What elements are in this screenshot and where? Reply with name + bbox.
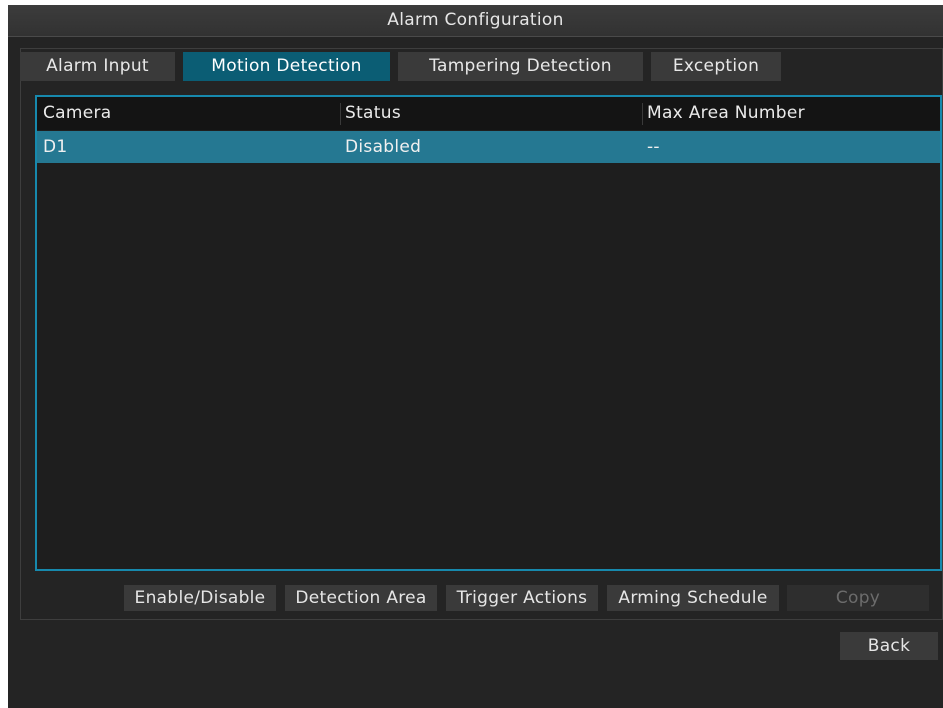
alarm-configuration-window: Alarm Configuration Alarm Input Motion D… <box>8 5 943 708</box>
detection-area-button[interactable]: Detection Area <box>285 585 437 611</box>
column-header-max-area-number[interactable]: Max Area Number <box>647 97 805 130</box>
cell-camera: D1 <box>43 137 68 157</box>
copy-button[interactable]: Copy <box>787 585 929 611</box>
tab-tampering-detection[interactable]: Tampering Detection <box>398 52 643 81</box>
column-divider <box>340 103 341 125</box>
tab-exception[interactable]: Exception <box>651 52 781 81</box>
tab-motion-detection[interactable]: Motion Detection <box>183 52 390 81</box>
table-row[interactable]: D1 Disabled -- <box>37 131 940 163</box>
tab-alarm-input[interactable]: Alarm Input <box>20 52 175 81</box>
column-divider <box>642 103 643 125</box>
enable-disable-button[interactable]: Enable/Disable <box>124 585 276 611</box>
arming-schedule-button[interactable]: Arming Schedule <box>607 585 779 611</box>
column-header-status[interactable]: Status <box>345 97 401 130</box>
cell-max-area-number: -- <box>647 137 660 157</box>
back-button[interactable]: Back <box>840 632 938 660</box>
table-header: Camera Status Max Area Number <box>37 97 940 130</box>
trigger-actions-button[interactable]: Trigger Actions <box>446 585 598 611</box>
camera-table: Camera Status Max Area Number D1 Disable… <box>35 95 942 571</box>
window-title: Alarm Configuration <box>8 5 943 37</box>
column-header-camera[interactable]: Camera <box>43 97 112 130</box>
cell-status: Disabled <box>345 137 422 157</box>
